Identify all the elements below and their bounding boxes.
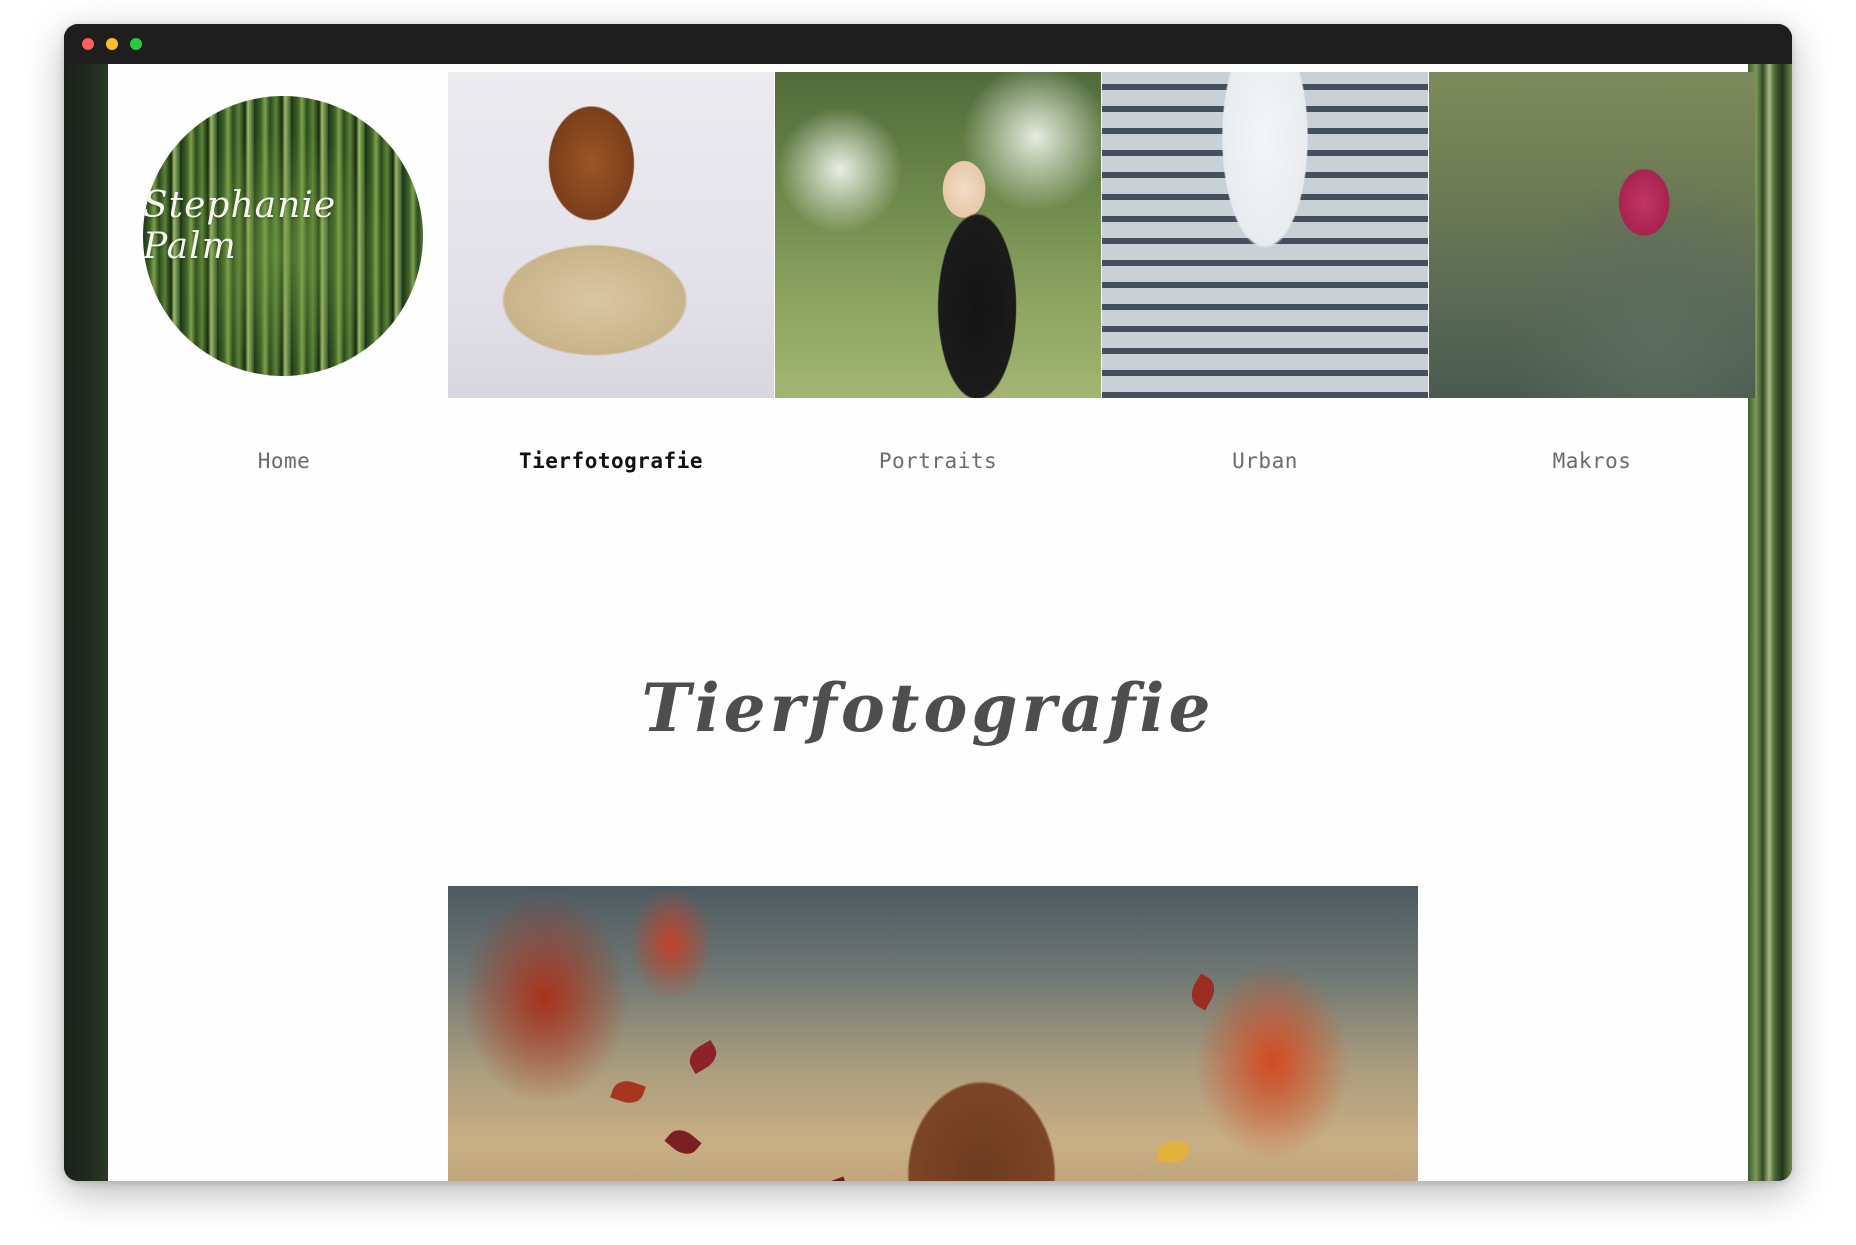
- window-titlebar: [64, 24, 1792, 64]
- main-navigation: Home Tierfotografie Portraits Urban Makr…: [108, 449, 1748, 479]
- header-image-urban[interactable]: [1102, 72, 1428, 398]
- header-image-flower[interactable]: [1429, 72, 1755, 398]
- nav-item-tierfotografie[interactable]: Tierfotografie: [448, 449, 774, 473]
- nav-item-makros[interactable]: Makros: [1429, 449, 1755, 473]
- autumn-leaf: [684, 1039, 722, 1075]
- featured-dog-photo[interactable]: [448, 886, 1418, 1181]
- site-logo[interactable]: Stephanie Palm: [143, 96, 423, 376]
- page-viewport: Stephanie Palm Home Tierfotografie Portr…: [64, 64, 1792, 1181]
- autumn-leaf: [610, 1076, 646, 1108]
- background-left-strip: [64, 64, 108, 1181]
- header-image-portrait[interactable]: [775, 72, 1101, 398]
- page-title: Tierfotografie: [641, 669, 1215, 747]
- logo-signature: Stephanie Palm: [143, 185, 337, 267]
- nav-item-home[interactable]: Home: [121, 449, 447, 473]
- autumn-leaf: [1156, 1138, 1190, 1166]
- close-window-button[interactable]: [82, 38, 94, 50]
- browser-window: Stephanie Palm Home Tierfotografie Portr…: [64, 24, 1792, 1181]
- nav-item-urban[interactable]: Urban: [1102, 449, 1428, 473]
- header-image-puppy[interactable]: [448, 72, 774, 398]
- autumn-leaf: [664, 1123, 702, 1161]
- autumn-leaf: [1185, 973, 1221, 1011]
- maximize-window-button[interactable]: [130, 38, 142, 50]
- page-content: Stephanie Palm Home Tierfotografie Portr…: [108, 64, 1755, 1181]
- autumn-leaf: [815, 1176, 851, 1181]
- minimize-window-button[interactable]: [106, 38, 118, 50]
- nav-item-portraits[interactable]: Portraits: [775, 449, 1101, 473]
